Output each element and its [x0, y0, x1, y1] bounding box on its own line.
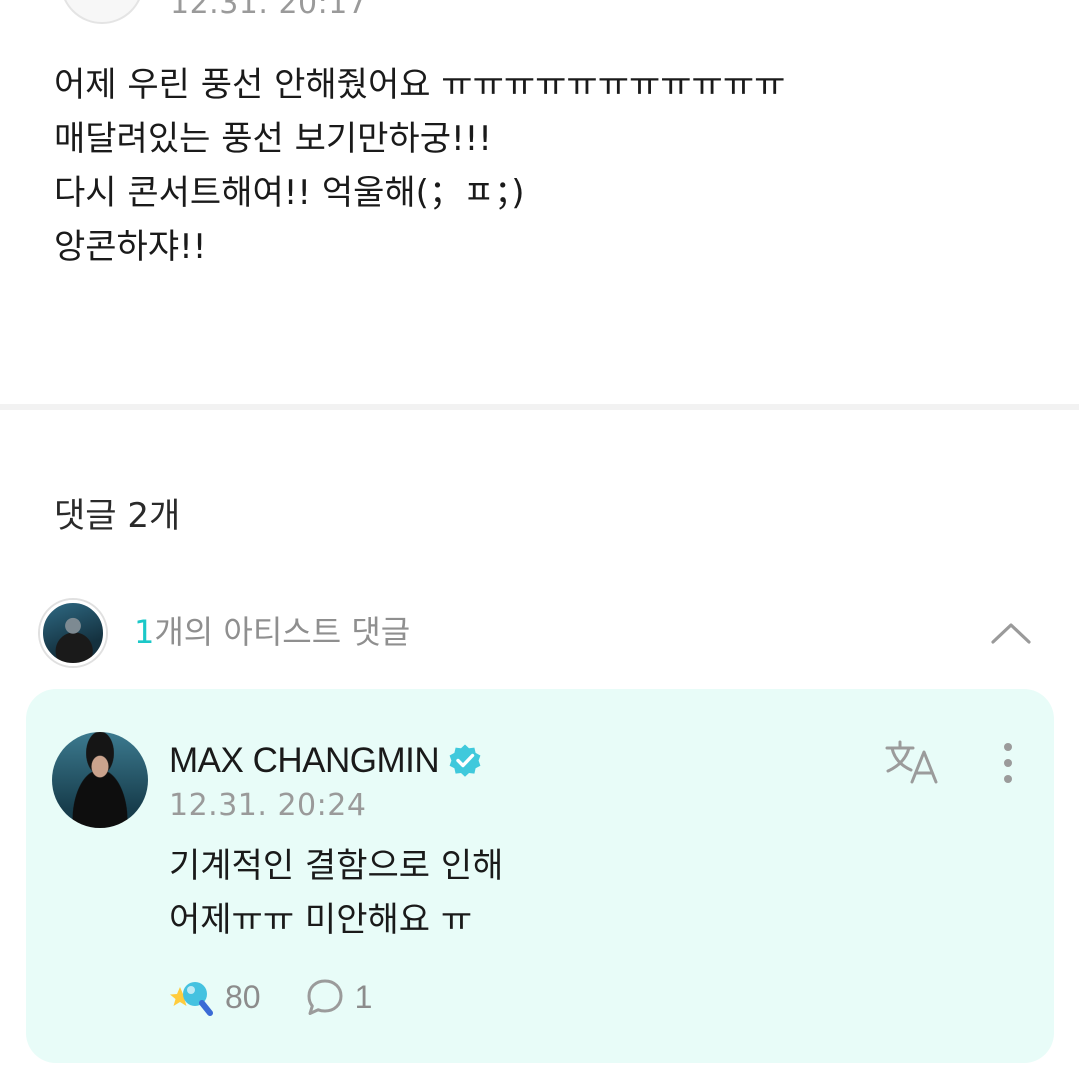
- artist-mini-avatar: [40, 600, 106, 666]
- artist-comment-date: 12.31. 20:24: [169, 788, 367, 823]
- post-text-line: 어제 우린 풍선 안해줬어요 ㅠㅠㅠㅠㅠㅠㅠㅠㅠㅠㅠ: [54, 65, 786, 105]
- comment-count-heading: 댓글 2개: [54, 496, 181, 536]
- post-text-line: 매달려있는 풍선 보기만하궁!!!: [54, 119, 492, 159]
- section-divider: [0, 404, 1079, 410]
- post-text-line: 앙콘하쟈!!: [54, 227, 207, 267]
- artist-name-row: MAX CHANGMIN: [169, 739, 483, 783]
- chevron-up-icon[interactable]: [990, 612, 1032, 654]
- post-body: 어제 우린 풍선 안해줬어요 ㅠㅠㅠㅠㅠㅠㅠㅠㅠㅠㅠ 매달려있는 풍선 보기만하…: [54, 58, 1034, 274]
- artist-comment-count: 1: [134, 613, 155, 651]
- post-author-avatar[interactable]: [60, 0, 144, 24]
- comment-text-line: 어제ㅠㅠ 미안해요 ㅠ: [169, 900, 473, 940]
- speech-bubble-icon[interactable]: [305, 977, 345, 1017]
- reply-count: 1: [354, 978, 373, 1015]
- comment-text-line: 기계적인 결함으로 인해: [169, 846, 504, 886]
- artist-avatar[interactable]: [52, 732, 148, 828]
- translate-icon[interactable]: [884, 739, 942, 785]
- post-text-line: 다시 콘서트해여!! 억울해(；ㅍ；): [54, 173, 525, 213]
- artist-name[interactable]: MAX CHANGMIN: [169, 739, 440, 783]
- more-vertical-icon[interactable]: [996, 741, 1020, 785]
- comment-stats: 80 1: [169, 975, 372, 1019]
- artist-comments-toggle[interactable]: 1개의 아티스트 댓글: [40, 600, 1040, 666]
- artist-comment-text: 기계적인 결함으로 인해 어제ㅠㅠ 미안해요 ㅠ: [169, 839, 503, 947]
- verified-badge-icon: [449, 744, 481, 777]
- artist-comments-label: 1개의 아티스트 댓글: [134, 610, 410, 654]
- lightstick-like-icon[interactable]: [169, 975, 215, 1019]
- artist-comment-card: MAX CHANGMIN 12.31. 20:24 기계적인 결함으로 인해 어…: [26, 689, 1054, 1063]
- like-count: 80: [225, 978, 261, 1015]
- post-date: 12.31. 20:17: [170, 0, 368, 21]
- artist-comments-label-text: 개의 아티스트 댓글: [154, 613, 411, 651]
